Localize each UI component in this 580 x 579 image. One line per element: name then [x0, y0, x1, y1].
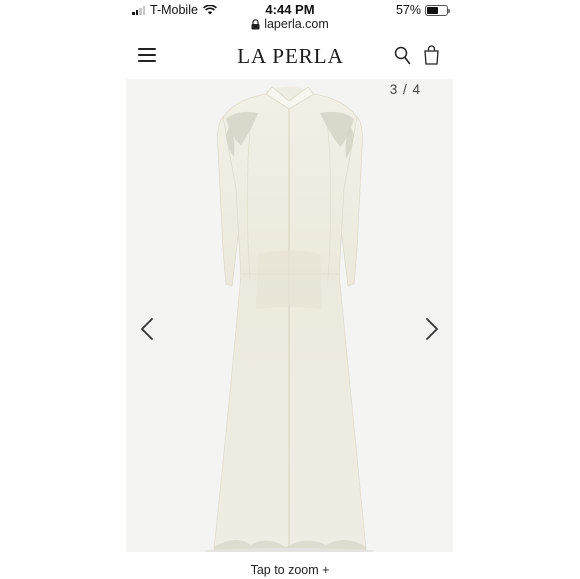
shopping-bag-icon[interactable]	[423, 45, 440, 65]
url-text: laperla.com	[264, 17, 329, 31]
url-bar[interactable]: laperla.com	[0, 16, 580, 32]
site-header: LA PERLA	[128, 36, 453, 76]
product-image[interactable]	[126, 79, 453, 552]
battery-level	[427, 6, 438, 14]
status-right: 57%	[395, 3, 450, 17]
battery-percent: 57%	[395, 3, 421, 17]
status-time: 4:44 PM	[265, 2, 315, 17]
lock-icon	[251, 18, 260, 29]
product-gallery[interactable]: 3 / 4	[126, 79, 453, 552]
tap-to-zoom-label[interactable]: Tap to zoom +	[0, 563, 580, 577]
chevron-left-icon[interactable]	[140, 317, 154, 341]
chevron-right-icon[interactable]	[425, 317, 439, 341]
battery-icon	[425, 4, 450, 16]
image-counter: 3 / 4	[389, 82, 421, 97]
search-icon[interactable]	[394, 46, 411, 65]
